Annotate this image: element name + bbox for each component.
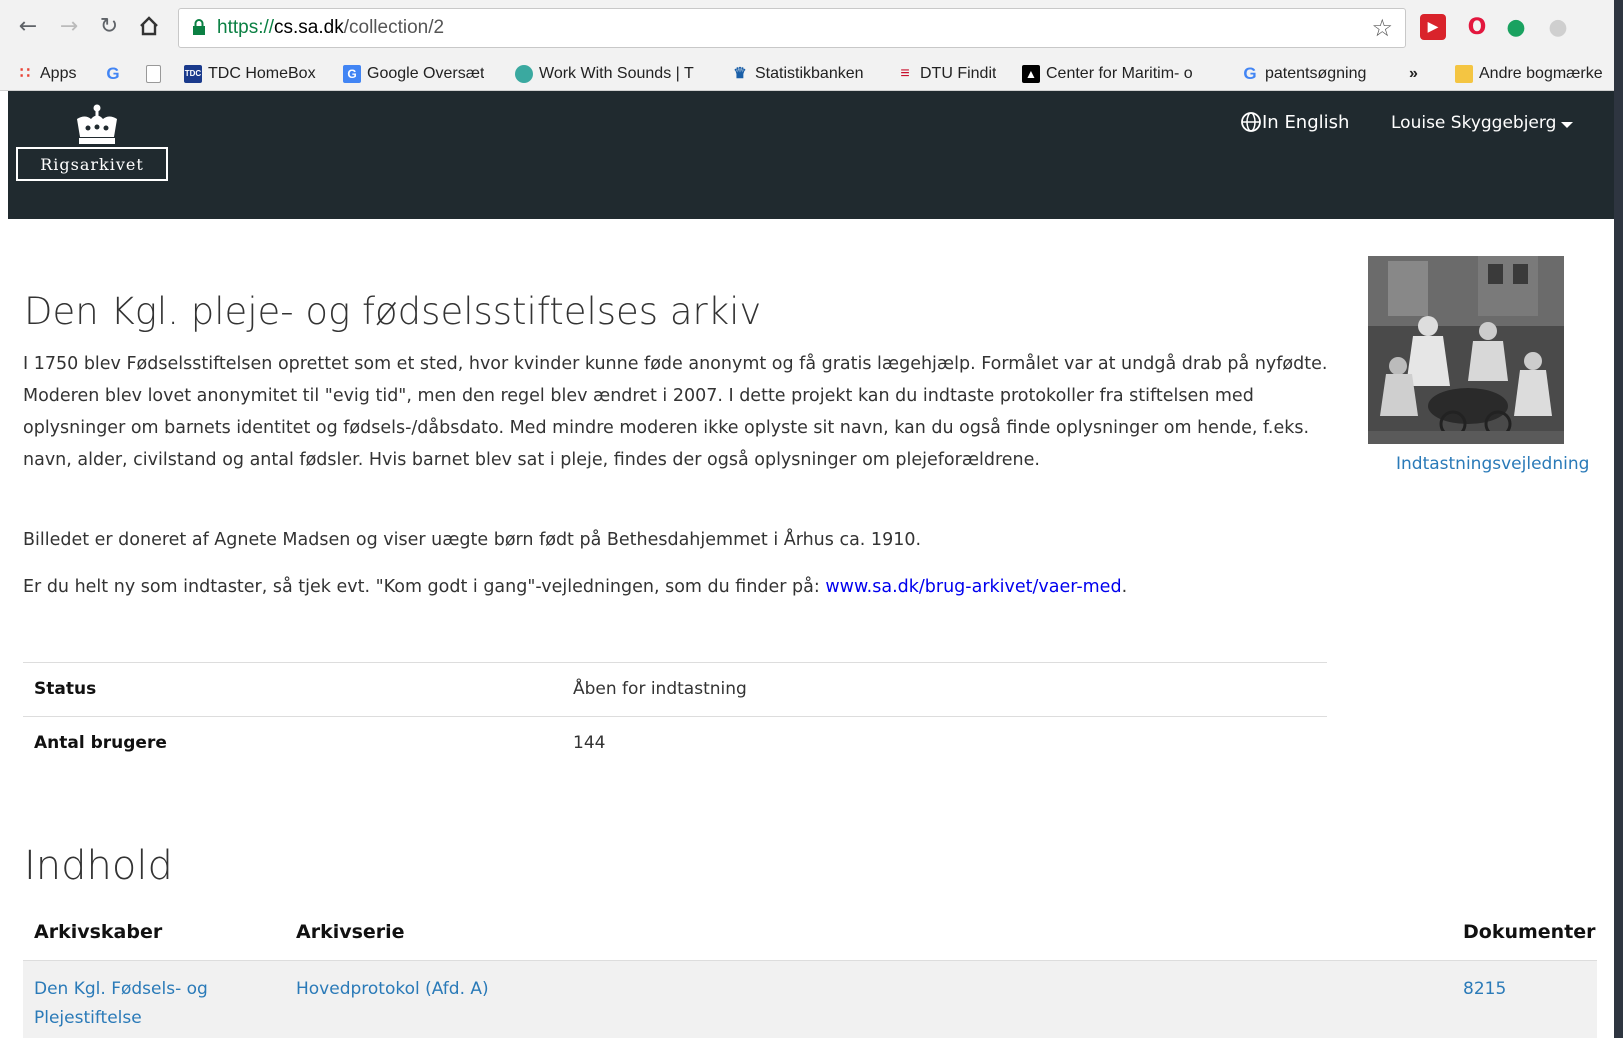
bookmark-google-translate[interactable]: G Google Oversæt xyxy=(343,63,484,85)
collection-photo xyxy=(1368,256,1564,444)
documents-count-link[interactable]: 8215 xyxy=(1463,975,1506,1004)
work-with-sounds-icon xyxy=(515,65,533,83)
bookmark-tdc-homebox[interactable]: TDC TDC HomeBox xyxy=(184,63,316,85)
home-icon[interactable] xyxy=(135,12,163,40)
newbie-note: Er du helt ny som indtaster, så tjek evt… xyxy=(23,577,1127,597)
globe-icon xyxy=(1241,112,1261,132)
forward-icon[interactable]: → xyxy=(55,12,83,40)
url-text: https://cs.sa.dk/collection/2 xyxy=(217,17,445,38)
info-value: 144 xyxy=(573,733,606,753)
browser-window: ← → ↻ https://cs.sa.dk/collection/2 ☆ ▶ … xyxy=(0,0,1614,1038)
site-logo[interactable]: Rigsarkivet xyxy=(16,147,168,181)
maritime-icon: ▲ xyxy=(1022,65,1040,83)
site-header: Rigsarkivet In English Louise Skyggebjer… xyxy=(8,91,1614,219)
google-icon: G xyxy=(106,64,120,83)
info-row-users: Antal brugere 144 xyxy=(23,716,1327,770)
info-key: Status xyxy=(34,679,97,699)
bookmark-folder-other[interactable]: Andre bogmærke xyxy=(1455,63,1603,85)
inactive-extension-icon[interactable]: ● xyxy=(1545,14,1571,40)
language-switch[interactable]: In English xyxy=(1240,111,1349,133)
series-link[interactable]: Hovedprotokol (Afd. A) xyxy=(296,975,489,1004)
column-header-creator: Arkivskaber xyxy=(34,921,163,943)
language-label: In English xyxy=(1262,111,1350,133)
image-credit: Billedet er doneret af Agnete Madsen og … xyxy=(23,530,922,550)
user-name: Louise Skyggebjerg xyxy=(1391,113,1557,133)
desktop-background xyxy=(1614,0,1623,1038)
reload-icon[interactable]: ↻ xyxy=(95,12,123,40)
tdc-icon: TDC xyxy=(184,65,202,83)
user-menu[interactable]: Louise Skyggebjerg xyxy=(1391,113,1574,133)
vaer-med-link[interactable]: www.sa.dk/brug-arkivet/vaer-med xyxy=(825,577,1121,597)
info-key: Antal brugere xyxy=(34,733,167,753)
google-icon: G xyxy=(1243,64,1257,83)
blank-page-icon xyxy=(146,65,161,83)
bookmarks-overflow-button[interactable]: » xyxy=(1409,63,1418,85)
bookmark-star-icon[interactable]: ☆ xyxy=(1371,14,1393,42)
google-translate-icon: G xyxy=(343,65,361,83)
apps-grid-icon: ∷ xyxy=(19,65,31,82)
info-value: Åben for indtastning xyxy=(573,679,747,699)
opera-icon[interactable]: O xyxy=(1464,14,1490,40)
bookmark-apps[interactable]: ∷ Apps xyxy=(16,63,77,85)
bookmark-patentsogning[interactable]: Gpatentsøgning xyxy=(1241,63,1366,85)
column-header-documents: Dokumenter xyxy=(1463,921,1596,943)
newbie-note-text: Er du helt ny som indtaster, så tjek evt… xyxy=(23,577,826,597)
bookmark-dtu-findit[interactable]: ≡ DTU Findit xyxy=(896,63,996,85)
browser-toolbar: ← → ↻ https://cs.sa.dk/collection/2 ☆ ▶ … xyxy=(0,0,1614,56)
bookmark-center-maritim[interactable]: ▲ Center for Maritim- o xyxy=(1022,63,1193,85)
bookmark-work-with-sounds[interactable]: Work With Sounds | T xyxy=(515,63,694,85)
lock-icon xyxy=(193,19,205,35)
collection-info-table: Status Åben for indtastning Antal bruger… xyxy=(23,662,1327,770)
column-header-series: Arkivserie xyxy=(296,921,405,943)
entry-guide-link[interactable]: Indtastningsvejledning xyxy=(1396,454,1589,474)
bookmark-statistikbanken[interactable]: ♛ Statistikbanken xyxy=(731,63,863,85)
newbie-note-tail: . xyxy=(1121,577,1128,597)
contents-title: Indhold xyxy=(24,843,173,889)
address-bar[interactable]: https://cs.sa.dk/collection/2 ☆ xyxy=(178,8,1406,48)
info-row-status: Status Åben for indtastning xyxy=(23,662,1327,716)
table-row xyxy=(23,960,1597,1038)
creator-link[interactable]: Den Kgl. Fødsels- og Plejestiftelse xyxy=(34,975,244,1033)
bookmark-blank[interactable] xyxy=(146,63,167,85)
logo-text: Rigsarkivet xyxy=(40,154,144,174)
bookmarks-bar: ∷ Apps G TDC TDC HomeBox G Google Oversæt W… xyxy=(0,56,1614,91)
grammarly-icon[interactable]: ● xyxy=(1503,14,1529,40)
dtu-icon: ≡ xyxy=(900,65,910,82)
crown-logo-icon[interactable] xyxy=(71,103,123,147)
extension-icon[interactable]: ▶ xyxy=(1420,14,1446,40)
folder-icon xyxy=(1455,65,1473,83)
crown-icon: ♛ xyxy=(733,65,747,82)
chevron-down-icon xyxy=(1561,121,1574,128)
page-title: Den Kgl. pleje- og fødselsstiftelses ark… xyxy=(24,290,762,333)
collection-description: I 1750 blev Fødselsstiftelsen oprettet s… xyxy=(23,354,1328,470)
bookmark-google[interactable]: G xyxy=(104,63,128,85)
back-icon[interactable]: ← xyxy=(14,12,42,40)
